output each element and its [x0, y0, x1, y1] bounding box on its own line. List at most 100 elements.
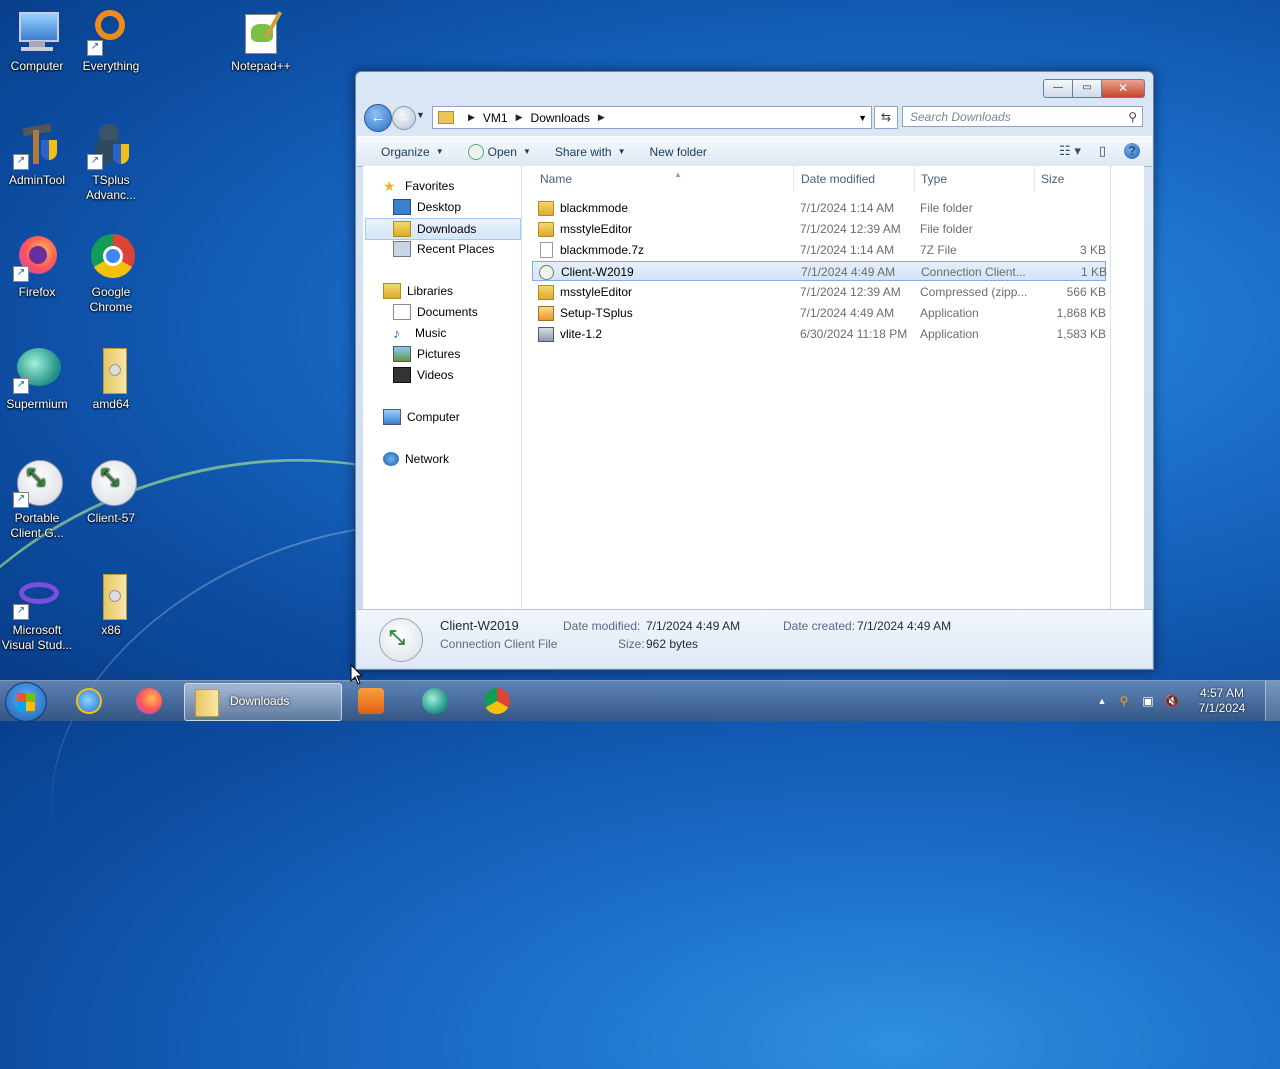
- open-button[interactable]: Open ▼: [467, 143, 531, 160]
- nav-documents[interactable]: Documents: [393, 302, 478, 322]
- nav-downloads[interactable]: Downloads: [365, 218, 521, 240]
- desktop-icon-firefox[interactable]: ↗ Firefox: [0, 234, 74, 300]
- desktop-icon-portable-client[interactable]: ⤡ ↗ Portable Client G...: [0, 460, 74, 541]
- folder-icon: [87, 572, 135, 620]
- clock[interactable]: 4:57 AM 7/1/2024: [1192, 686, 1252, 716]
- downloads-folder-icon: [393, 221, 411, 237]
- forward-button[interactable]: →: [392, 106, 416, 130]
- desktop-icon-amd64[interactable]: amd64: [74, 346, 148, 412]
- show-hidden-icons-button[interactable]: ▲: [1094, 693, 1110, 709]
- nav-label: Libraries: [407, 284, 454, 298]
- details-date-created-label: Date created:: [783, 619, 856, 633]
- organize-button[interactable]: Organize ▼: [381, 145, 444, 159]
- sort-ascending-icon: ▲: [674, 170, 682, 179]
- nav-label: Recent Places: [417, 242, 495, 256]
- file-size: 1,868 KB: [1056, 306, 1106, 320]
- taskbar-chrome[interactable]: [472, 683, 526, 719]
- minimize-button[interactable]: —: [1043, 79, 1073, 98]
- preview-pane-button[interactable]: ▯: [1099, 143, 1106, 159]
- recent-pages-dropdown[interactable]: ▼: [416, 110, 425, 120]
- file-row[interactable]: Setup-TSplus 7/1/2024 4:49 AM Applicatio…: [532, 303, 1110, 323]
- desktop-icon-admintool[interactable]: ↗ AdminTool: [0, 122, 74, 188]
- desktop-icon-notepadpp[interactable]: Notepad++: [224, 8, 298, 74]
- file-row[interactable]: blackmmode.7z 7/1/2024 1:14 AM 7Z File 3…: [532, 240, 1110, 260]
- nav-label: Desktop: [417, 200, 462, 214]
- shortcut-arrow-icon: ↗: [13, 378, 29, 394]
- desktop-icon-computer[interactable]: Computer: [0, 8, 74, 74]
- explorer-window[interactable]: — ▭ ✕ ← → ▼ ▶ VM1 ▶ Downloads ▶ ▼ ⇆ Sear…: [355, 71, 1154, 670]
- nav-label: Favorites: [405, 179, 455, 193]
- file-name: Setup-TSplus: [560, 306, 633, 320]
- column-label: Type: [921, 172, 948, 186]
- installer-icon: [538, 306, 554, 321]
- firefox-icon: [136, 688, 162, 714]
- nav-libraries[interactable]: Libraries: [383, 281, 453, 301]
- desktop-icon-client-57[interactable]: ⤡ Client-57: [74, 460, 148, 526]
- file-date: 7/1/2024 4:49 AM: [801, 265, 896, 279]
- shortcut-arrow-icon: ↗: [13, 492, 29, 508]
- taskbar-ie[interactable]: [64, 683, 118, 719]
- column-header-name[interactable]: Name ▲: [534, 166, 794, 192]
- nav-music[interactable]: ♪ Music: [393, 323, 446, 343]
- taskbar-explorer-downloads[interactable]: Downloads: [184, 683, 342, 721]
- file-size: 566 KB: [1066, 285, 1106, 299]
- show-desktop-button[interactable]: [1265, 681, 1280, 721]
- new-folder-button[interactable]: New folder: [650, 145, 707, 159]
- search-icon[interactable]: ⚲: [1128, 107, 1137, 128]
- nav-recent-places[interactable]: Recent Places: [393, 239, 494, 259]
- supermium-icon: [422, 688, 448, 714]
- nav-desktop[interactable]: Desktop: [393, 197, 461, 217]
- file-type: File folder: [920, 222, 973, 236]
- taskbar-firefox[interactable]: [124, 683, 178, 719]
- desktop-icon-tsplus[interactable]: ↗ TSplus Advanc...: [74, 122, 148, 203]
- desktop-icon-visual-studio[interactable]: ↗ Microsoft Visual Stud...: [0, 572, 74, 653]
- volume-muted-icon[interactable]: 🔇: [1164, 693, 1180, 709]
- music-icon: ♪: [393, 325, 400, 341]
- column-header-type[interactable]: Type: [915, 166, 1035, 192]
- details-pane: ⤡ Client-W2019 Connection Client File Da…: [357, 609, 1152, 668]
- address-bar[interactable]: ▶ VM1 ▶ Downloads ▶ ▼: [432, 106, 872, 129]
- taskbar-media-player[interactable]: [346, 683, 400, 719]
- maximize-button[interactable]: ▭: [1072, 79, 1102, 98]
- nav-favorites[interactable]: ★ Favorites: [383, 176, 454, 196]
- desktop-icon-everything[interactable]: ↗ Everything: [74, 8, 148, 74]
- application-icon: [538, 327, 554, 342]
- file-row[interactable]: vlite-1.2 6/30/2024 11:18 PM Application…: [532, 324, 1110, 344]
- nav-network[interactable]: Network: [383, 449, 449, 469]
- column-header-size[interactable]: Size: [1035, 166, 1113, 192]
- nav-videos[interactable]: Videos: [393, 365, 453, 385]
- nav-label: Computer: [407, 410, 460, 424]
- start-button[interactable]: [5, 682, 47, 722]
- desktop-icon-chrome[interactable]: Google Chrome: [74, 234, 148, 315]
- desktop-icon-supermium[interactable]: ↗ Supermium: [0, 346, 74, 412]
- close-button[interactable]: ✕: [1101, 79, 1145, 98]
- mouse-cursor-icon: [350, 664, 364, 685]
- file-date: 7/1/2024 1:14 AM: [800, 201, 895, 215]
- recent-places-icon: [393, 241, 411, 257]
- breadcrumb-vm1[interactable]: VM1: [483, 111, 508, 125]
- nav-computer[interactable]: Computer: [383, 407, 460, 427]
- desktop-icon-x86[interactable]: x86: [74, 572, 148, 638]
- network-tray-icon[interactable]: ▣: [1140, 693, 1156, 709]
- breadcrumb-downloads[interactable]: Downloads: [531, 111, 590, 125]
- file-row[interactable]: blackmmode 7/1/2024 1:14 AM File folder: [532, 198, 1110, 218]
- file-row-selected[interactable]: Client-W2019 7/1/2024 4:49 AM Connection…: [532, 261, 1107, 281]
- view-controls: ☷ ▾ ▯ ?: [1041, 143, 1140, 159]
- chevron-down-icon: ▼: [522, 147, 531, 156]
- file-row[interactable]: msstyleEditor 7/1/2024 12:39 AM Compress…: [532, 282, 1110, 302]
- view-options-button[interactable]: ☷ ▾: [1059, 143, 1081, 159]
- help-icon[interactable]: ?: [1124, 143, 1140, 159]
- chevron-down-icon[interactable]: ▼: [858, 113, 867, 123]
- share-with-button[interactable]: Share with ▼: [555, 145, 626, 159]
- back-button[interactable]: ←: [364, 104, 392, 132]
- back-arrow-icon: ←: [370, 109, 386, 126]
- organize-label: Organize: [381, 144, 430, 159]
- nav-pictures[interactable]: Pictures: [393, 344, 460, 364]
- refresh-button[interactable]: ⇆: [874, 106, 898, 129]
- search-everything-tray-icon[interactable]: ⚲: [1116, 693, 1132, 709]
- taskbar-supermium[interactable]: [410, 683, 464, 719]
- search-input[interactable]: Search Downloads ⚲: [902, 106, 1143, 127]
- file-type: Connection Client...: [921, 265, 1026, 279]
- file-row[interactable]: msstyleEditor 7/1/2024 12:39 AM File fol…: [532, 219, 1110, 239]
- column-header-date-modified[interactable]: Date modified: [795, 166, 915, 192]
